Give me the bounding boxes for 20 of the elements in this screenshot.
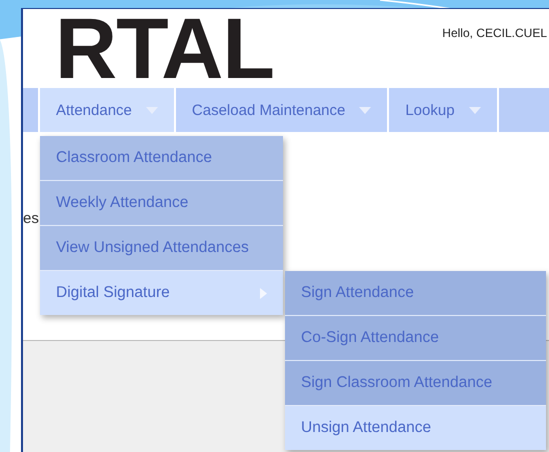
submenu-arrow-icon (260, 288, 267, 298)
caret-icon (359, 106, 372, 114)
menu-item[interactable]: Sign Attendance (285, 271, 546, 315)
nav-tab[interactable]: Caseload Maintenance (176, 88, 388, 132)
caret-icon (146, 106, 158, 114)
menu-item[interactable]: View Unsigned Attendances (40, 226, 283, 270)
nav-tab[interactable] (498, 88, 549, 132)
greeting-text: Hello, CECIL.CUEL (442, 26, 547, 42)
page-text: es (23, 210, 39, 227)
portal-logo: RTAL (55, 9, 274, 88)
menu-item[interactable]: Classroom Attendance (40, 136, 283, 180)
menu-item[interactable]: Digital Signature (40, 271, 283, 315)
menu-item[interactable]: Sign Classroom Attendance (285, 361, 546, 405)
menu-item[interactable]: Unsign Attendance (285, 406, 546, 450)
nav-tab[interactable]: Lookup (389, 88, 497, 132)
caret-icon (468, 106, 481, 114)
nav-tab[interactable] (23, 88, 38, 132)
menu-item[interactable]: Weekly Attendance (40, 181, 283, 225)
nav-tab[interactable]: Attendance (40, 88, 174, 132)
menu-item[interactable]: Co-Sign Attendance (285, 316, 546, 360)
